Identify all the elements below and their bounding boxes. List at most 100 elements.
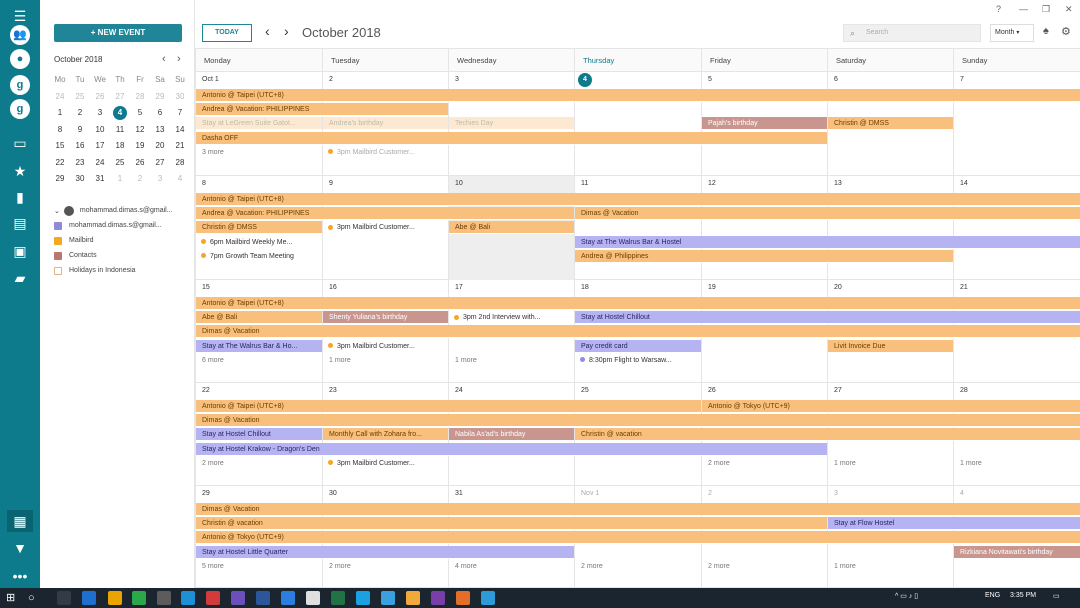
mini-prev-month-icon[interactable]: ‹ (162, 53, 166, 65)
event-bar[interactable]: Antonio @ Tokyo (UTC+9) (196, 531, 1080, 545)
mini-day[interactable]: 28 (170, 155, 190, 172)
event-bar[interactable]: Christin @ DMSS (196, 221, 322, 235)
calendar-item[interactable]: Mailbird (54, 233, 194, 248)
day-number[interactable]: 8 (195, 176, 206, 192)
mini-day[interactable]: 3 (150, 171, 170, 188)
event-bar[interactable]: Antonio @ Taipei (UTC+8) (196, 193, 1080, 206)
event-bar[interactable]: Andrea @ Vacation: PHILIPPINES (196, 103, 448, 117)
taskbar-app-icon[interactable] (132, 591, 146, 605)
mini-next-month-icon[interactable]: › (177, 53, 181, 65)
google-account-icon-2[interactable]: g (10, 99, 30, 119)
event-bar[interactable]: Antonio @ Taipei (UTC+8) (196, 89, 1080, 102)
mini-day[interactable]: 14 (170, 122, 190, 139)
mini-day[interactable]: 3 (90, 105, 110, 122)
event-bar[interactable]: Christin @ vacation (575, 428, 1080, 442)
event-bar[interactable]: Stay at Hostel Little Quarter (196, 545, 574, 559)
day-number[interactable]: 7 (953, 72, 964, 88)
timed-event[interactable]: 3pm Mailbird Customer... (322, 457, 448, 470)
prev-month-icon[interactable]: ‹ (265, 23, 270, 39)
event-bar[interactable]: Dimas @ Vacation (196, 325, 1080, 339)
event-bar[interactable]: Christin @ DMSS (828, 117, 953, 131)
folder-icon[interactable]: ▰ (7, 267, 33, 289)
event-bar[interactable]: Stay at The Walrus Bar & Hostel (575, 235, 1080, 249)
calendar-checkbox[interactable] (54, 266, 62, 275)
mini-day[interactable]: 23 (70, 155, 90, 172)
bookmark-icon[interactable]: ▼ (7, 537, 33, 559)
mini-day[interactable]: 16 (70, 138, 90, 155)
new-event-button[interactable]: + NEW EVENT (54, 24, 182, 42)
day-number[interactable]: 30 (322, 486, 337, 502)
timed-event[interactable]: 3pm Mailbird Customer... (322, 340, 448, 353)
day-number[interactable]: 12 (701, 176, 716, 192)
day-number[interactable]: 26 (701, 383, 716, 399)
mini-day[interactable]: 2 (70, 105, 90, 122)
event-bar[interactable]: Monthly Call with Zohara fro... (323, 428, 448, 442)
more-link[interactable]: 6 more (195, 354, 322, 367)
event-bar[interactable]: Antonio @ Tokyo (UTC+9) (702, 400, 1080, 413)
mini-day[interactable]: 31 (90, 171, 110, 188)
mini-day[interactable]: 25 (70, 89, 90, 106)
more-link[interactable]: 1 more (953, 457, 1080, 470)
event-bar[interactable]: Dasha OFF (196, 131, 827, 145)
day-number[interactable]: 3 (827, 486, 838, 502)
mini-day[interactable]: 21 (170, 138, 190, 155)
day-number[interactable]: 21 (953, 280, 968, 296)
more-link[interactable]: 1 more (322, 354, 448, 367)
mini-day[interactable]: 15 (50, 138, 70, 155)
cortana-icon[interactable]: ○ (28, 591, 42, 605)
day-number[interactable]: Oct 1 (195, 72, 219, 88)
event-bar[interactable]: Christin @ vacation (196, 517, 827, 531)
taskbar-app-icon[interactable] (481, 591, 495, 605)
day-number[interactable]: 4 (953, 486, 964, 502)
more-link[interactable]: 2 more (322, 560, 448, 573)
event-bar[interactable]: Pay credit card (575, 339, 701, 353)
mini-day[interactable]: 1 (50, 105, 70, 122)
more-link[interactable]: 2 more (195, 457, 322, 470)
bell-icon[interactable]: ♠ (1043, 25, 1049, 37)
timed-event[interactable]: 3pm Mailbird Customer... (322, 146, 448, 159)
mini-day[interactable]: 27 (150, 155, 170, 172)
mini-day-today[interactable]: 4 (110, 105, 130, 122)
day-number[interactable]: 11 (574, 176, 588, 192)
event-bar[interactable]: Dimas @ Vacation (575, 207, 1080, 221)
timed-event[interactable]: 3pm Mailbird Customer... (322, 221, 448, 234)
more-link[interactable]: 1 more (448, 354, 574, 367)
timed-event[interactable]: 3pm 2nd Interview with... (448, 311, 574, 324)
taskbar-app-icon[interactable] (381, 591, 395, 605)
notification-icon[interactable]: ▭ (1053, 592, 1060, 600)
mini-day[interactable]: 12 (130, 122, 150, 139)
inbox-icon[interactable]: ▭ (7, 132, 33, 154)
day-number[interactable]: 2 (322, 72, 333, 88)
mini-day[interactable]: 13 (150, 122, 170, 139)
star-icon[interactable]: ★ (7, 160, 33, 182)
event-bar[interactable]: Pajah's birthday (702, 117, 827, 131)
briefcase-icon[interactable]: ▣ (7, 240, 33, 262)
mini-day[interactable]: 30 (70, 171, 90, 188)
taskbar-app-icon[interactable] (256, 591, 270, 605)
day-number[interactable]: 2 (701, 486, 712, 502)
day-number[interactable]: 24 (448, 383, 463, 399)
day-number[interactable]: 25 (574, 383, 589, 399)
event-bar[interactable]: Stay at Hostel Chillout (575, 311, 1080, 325)
clock[interactable]: 3:35 PM (1010, 592, 1036, 599)
event-bar[interactable]: Dimas @ Vacation (196, 503, 1080, 516)
mini-day[interactable]: 19 (130, 138, 150, 155)
day-number[interactable]: 23 (322, 383, 337, 399)
start-icon[interactable]: ⊞ (6, 591, 20, 605)
mini-day[interactable]: 29 (50, 171, 70, 188)
day-number[interactable]: 18 (574, 280, 589, 296)
mini-day[interactable]: 1 (110, 171, 130, 188)
taskbar-app-icon[interactable] (456, 591, 470, 605)
day-number[interactable]: 17 (448, 280, 463, 296)
day-cell[interactable] (953, 72, 1080, 176)
mini-day[interactable]: 27 (110, 89, 130, 106)
event-bar[interactable]: Stay at Flow Hostel (828, 517, 1080, 531)
more-link[interactable]: 2 more (701, 457, 827, 470)
mini-day[interactable]: 26 (130, 155, 150, 172)
more-link[interactable]: 2 more (574, 560, 701, 573)
mini-day[interactable]: 2 (130, 171, 150, 188)
mini-day[interactable]: 29 (150, 89, 170, 106)
account-header[interactable]: ⌄ mohammad.dimas.s@gmail... (54, 203, 194, 218)
taskbar-app-icon[interactable] (431, 591, 445, 605)
day-number-today[interactable]: 4 (574, 72, 592, 88)
